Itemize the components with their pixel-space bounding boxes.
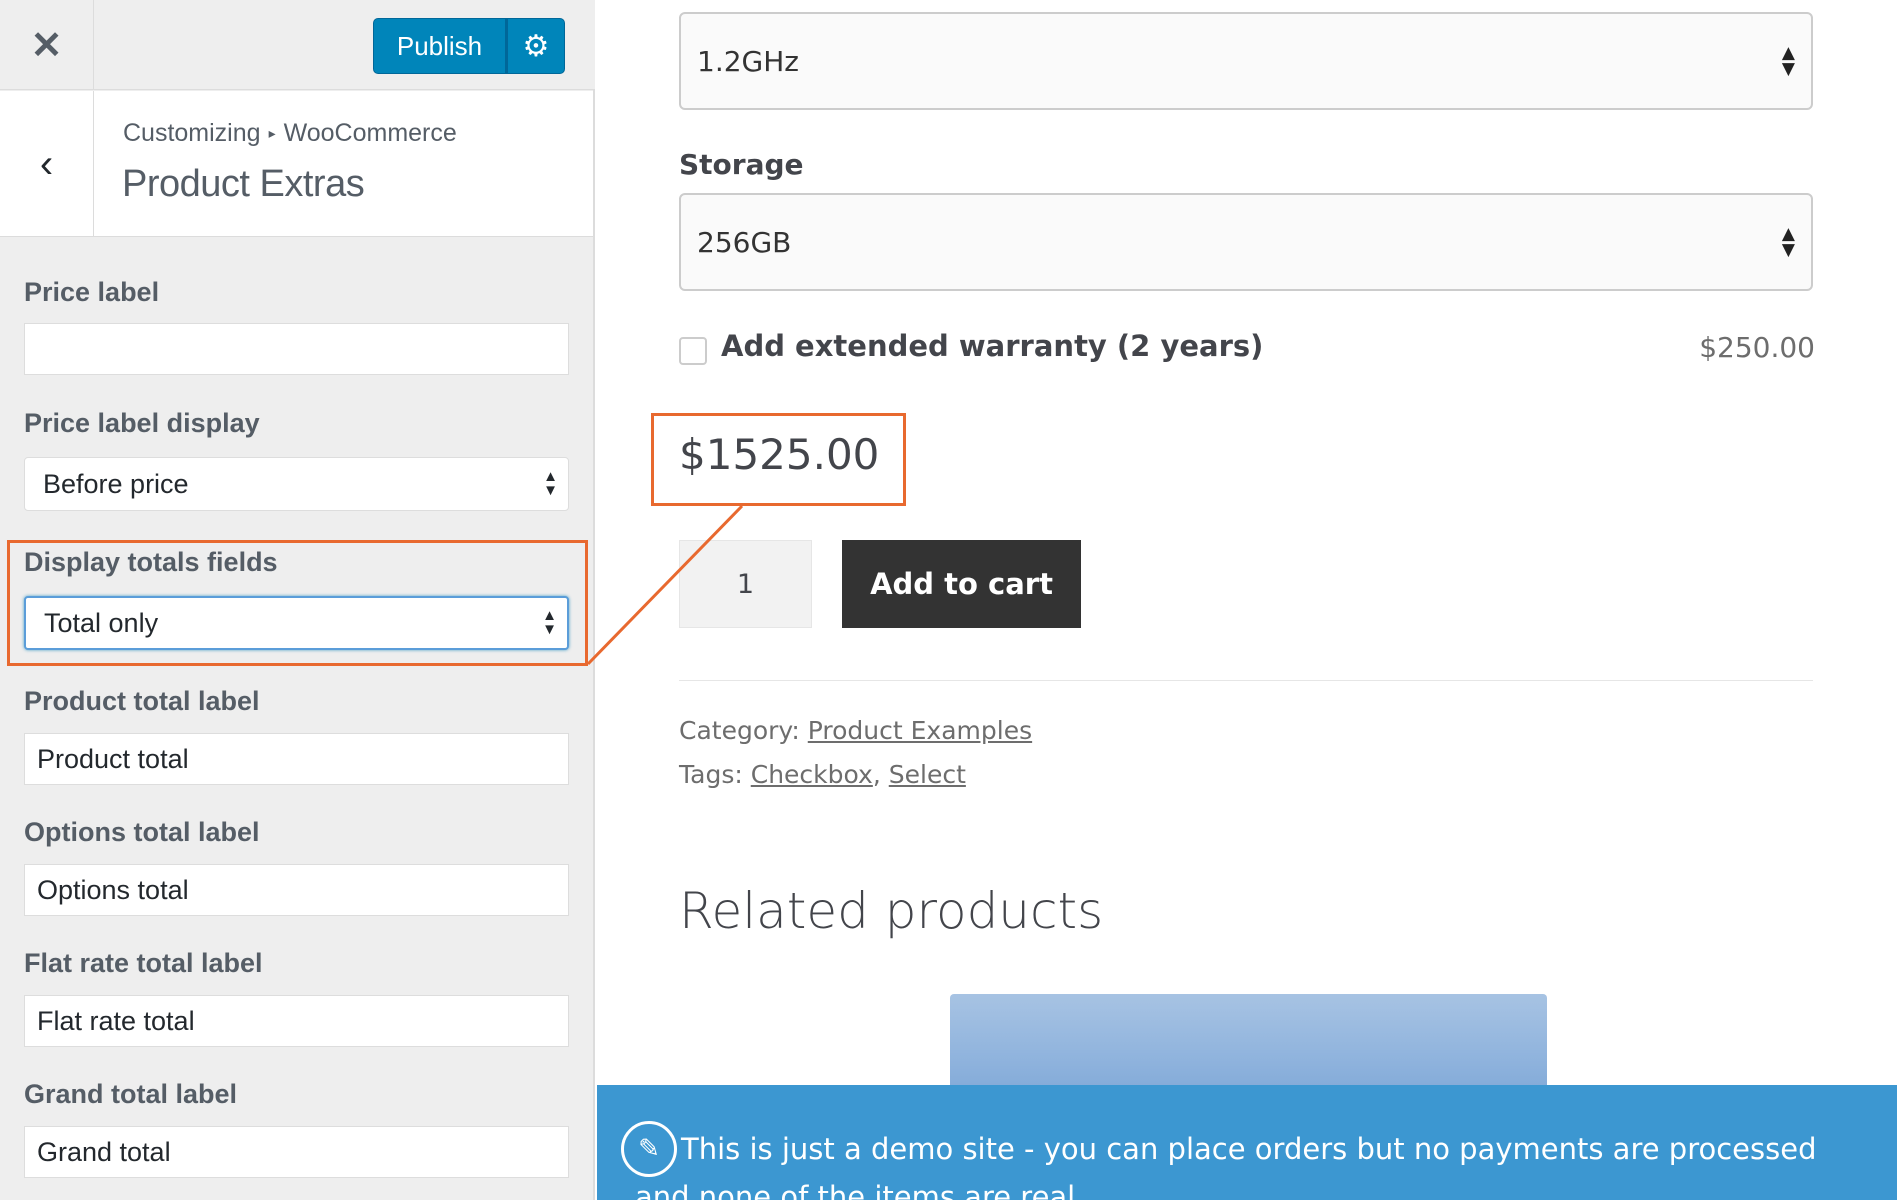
select-arrows-icon: ▲ ▼	[543, 468, 558, 499]
tag-link-checkbox[interactable]: Checkbox	[751, 760, 873, 789]
options-total-heading: Options total label	[24, 817, 260, 847]
publish-settings-button[interactable]: ⚙	[506, 18, 565, 74]
options-total-input[interactable]: Options total	[24, 864, 569, 916]
tags-label: Tags:	[679, 760, 743, 789]
price-label-display-heading: Price label display	[24, 408, 260, 438]
flat-rate-total-heading: Flat rate total label	[24, 948, 263, 978]
publish-controls: Publish ⚙	[373, 18, 565, 74]
breadcrumb-current: WooCommerce	[283, 119, 457, 147]
category-label: Category:	[679, 716, 800, 745]
section-header: ‹ Customizing ▸ WooCommerce Product Extras	[0, 91, 593, 237]
demo-notice-bar: ✎ This is just a demo site - you can pla…	[597, 1085, 1897, 1200]
product-total-input[interactable]: Product total	[24, 733, 569, 785]
grand-total-heading: Grand total label	[24, 1079, 238, 1109]
tag-link-select[interactable]: Select	[889, 760, 966, 789]
breadcrumb-root: Customizing	[123, 119, 261, 147]
price-label-input[interactable]	[24, 323, 569, 375]
price-label-heading: Price label	[24, 277, 160, 307]
warranty-price: $250.00	[1699, 331, 1815, 364]
processor-select[interactable]: 1.2GHz ▲ ▼	[679, 12, 1813, 110]
price-label-display-value: Before price	[43, 468, 189, 499]
select-arrows-icon: ▲ ▼	[1781, 43, 1795, 79]
storage-value: 256GB	[697, 225, 792, 259]
product-total-heading: Product total label	[24, 686, 260, 716]
highlight-box-totals-setting	[7, 540, 588, 666]
warranty-label: Add extended warranty (2 years)	[721, 329, 1264, 363]
product-tags: Tags: Checkbox, Select	[679, 760, 966, 789]
customizer-header: ✕ Publish ⚙	[0, 0, 595, 90]
highlight-box-price	[651, 413, 906, 506]
quantity-input[interactable]: 1	[679, 540, 812, 628]
demo-notice-text: This is just a demo site - you can place…	[635, 1132, 1817, 1200]
divider	[679, 680, 1813, 681]
storage-select[interactable]: 256GB ▲ ▼	[679, 193, 1813, 291]
add-to-cart-button[interactable]: Add to cart	[842, 540, 1081, 628]
category-link[interactable]: Product Examples	[808, 716, 1032, 745]
close-customizer-button[interactable]: ✕	[0, 0, 94, 90]
chevron-left-icon: ‹	[39, 141, 54, 186]
breadcrumb-separator-icon: ▸	[268, 125, 276, 141]
select-arrows-icon: ▲ ▼	[1781, 224, 1795, 260]
warranty-checkbox[interactable]	[679, 337, 707, 365]
product-preview: 1.2GHz ▲ ▼ Storage 256GB ▲ ▼ Add extended …	[597, 0, 1897, 1200]
close-icon: ✕	[30, 24, 63, 67]
breadcrumb: Customizing ▸ WooCommerce	[123, 119, 457, 148]
back-button[interactable]: ‹	[0, 91, 94, 237]
price-label-display-select[interactable]: Before price ▲ ▼	[24, 457, 569, 511]
storage-label: Storage	[679, 148, 804, 181]
product-category: Category: Product Examples	[679, 716, 1032, 745]
tag-separator: ,	[872, 760, 881, 789]
flat-rate-total-input[interactable]: Flat rate total	[24, 995, 569, 1047]
grand-total-input[interactable]: Grand total	[24, 1126, 569, 1178]
related-products-title: Related products	[679, 882, 1104, 940]
processor-value: 1.2GHz	[697, 44, 799, 78]
publish-button[interactable]: Publish	[373, 18, 506, 74]
gear-icon: ⚙	[522, 29, 550, 63]
section-title: Product Extras	[122, 163, 365, 205]
